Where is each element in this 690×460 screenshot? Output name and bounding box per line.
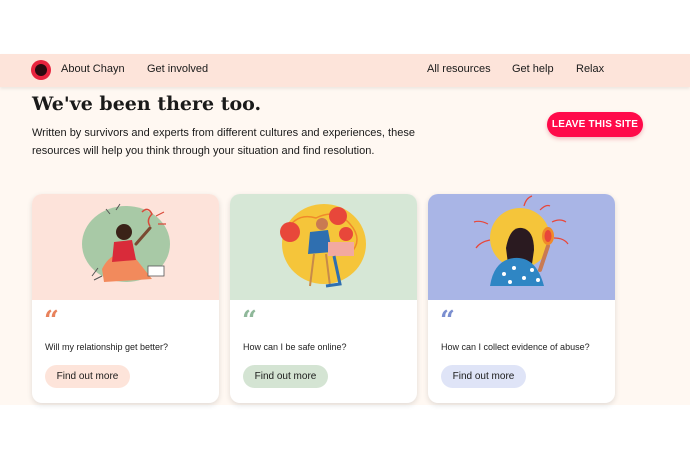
quote-icon: “ (440, 306, 455, 336)
card-question: Will my relationship get better? (45, 342, 169, 352)
navbar: About Chayn Get involved All resources G… (0, 54, 690, 87)
quote-icon: “ (44, 306, 59, 336)
card-illustration (230, 194, 417, 300)
find-out-more-button[interactable]: Find out more (441, 365, 526, 388)
nav-get-involved[interactable]: Get involved (147, 63, 208, 75)
resource-card-relationship[interactable]: “ Will my relationship get better? Find … (32, 194, 219, 403)
quote-icon: “ (242, 306, 257, 336)
find-out-more-button[interactable]: Find out more (45, 365, 130, 388)
resource-card-evidence[interactable]: “ How can I collect evidence of abuse? F… (428, 194, 615, 403)
nav-get-help[interactable]: Get help (512, 63, 554, 75)
intro-text: Written by survivors and experts from di… (32, 127, 415, 157)
card-question: How can I collect evidence of abuse? (441, 342, 590, 352)
leave-site-button[interactable]: LEAVE THIS SITE (547, 112, 643, 137)
nav-relax[interactable]: Relax (576, 63, 604, 75)
card-question: How can I be safe online? (243, 342, 347, 352)
chayn-logo-icon[interactable] (31, 60, 51, 80)
card-illustration (428, 194, 615, 300)
page-title: We've been there too. (32, 93, 262, 115)
card-illustration (32, 194, 219, 300)
resource-card-online-safety[interactable]: “ How can I be safe online? Find out mor… (230, 194, 417, 403)
nav-all-resources[interactable]: All resources (427, 63, 491, 75)
nav-about-chayn[interactable]: About Chayn (61, 63, 125, 75)
find-out-more-button[interactable]: Find out more (243, 365, 328, 388)
